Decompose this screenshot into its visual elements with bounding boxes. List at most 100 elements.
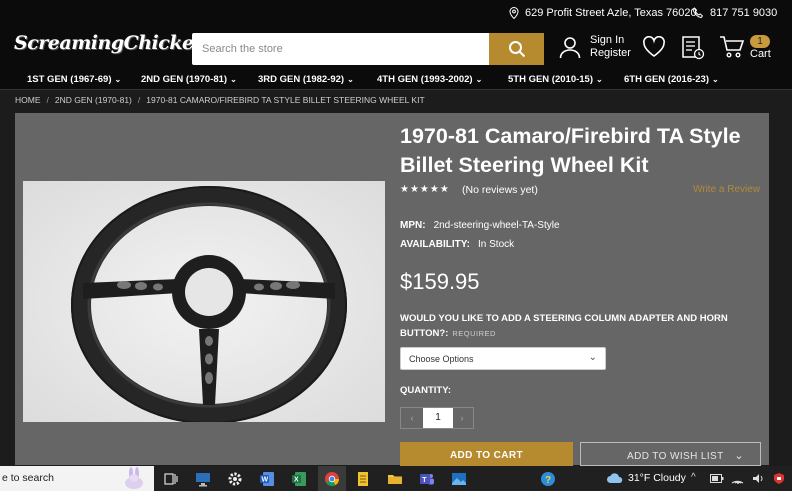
- taskbar-search-text: e to search: [2, 472, 54, 484]
- account-menu[interactable]: Sign In Register: [558, 34, 631, 60]
- breadcrumb-home[interactable]: HOME: [15, 95, 41, 105]
- cart-label[interactable]: Cart: [750, 48, 771, 60]
- breadcrumb-separator: /: [46, 95, 49, 105]
- option-selected-value: Choose Options: [409, 354, 474, 364]
- teams-icon: T: [420, 473, 434, 484]
- wishlist-button[interactable]: [642, 36, 666, 58]
- gear-icon: [228, 472, 242, 485]
- rating-stars-icon: ★★★★★: [400, 184, 450, 195]
- phone-icon: [692, 7, 704, 19]
- cart-count-badge: 1: [750, 35, 770, 48]
- taskbar-app-monitor[interactable]: [192, 468, 214, 489]
- nav-item-5th-gen[interactable]: 5TH GEN (2010-15) ⌄: [508, 74, 603, 85]
- word-icon: W: [260, 471, 274, 486]
- svg-text:T: T: [422, 477, 427, 484]
- nav-item-3rd-gen[interactable]: 3RD GEN (1982-92) ⌄: [258, 74, 354, 85]
- bunny-icon: [125, 467, 143, 489]
- chevron-down-icon: ⌄: [596, 75, 603, 84]
- nav-item-label: 3RD GEN (1982-92): [258, 74, 345, 85]
- add-to-cart-button[interactable]: ADD TO CART: [400, 442, 573, 466]
- user-icon: [559, 37, 581, 59]
- search-bar: [192, 33, 544, 65]
- option-select[interactable]: Choose Options ⌄: [400, 347, 606, 370]
- nav-item-2nd-gen[interactable]: 2ND GEN (1970-81) ⌄: [141, 74, 237, 85]
- chevron-down-icon: ⌄: [712, 75, 719, 84]
- product-price: $159.95: [400, 269, 480, 294]
- option-question: WOULD YOU LIKE TO ADD A STEERING COLUMN …: [400, 313, 728, 339]
- nav-item-label: 5TH GEN (2010-15): [508, 74, 594, 85]
- phone-text: 817 751 9030: [710, 7, 778, 19]
- chevron-up-icon[interactable]: ^: [691, 472, 696, 483]
- taskbar-app-notes[interactable]: [352, 468, 374, 489]
- notes-icon: [358, 471, 368, 486]
- add-to-wishlist-label: ADD TO WISH LIST: [627, 451, 724, 462]
- taskbar-app-word[interactable]: W: [256, 468, 278, 489]
- speaker-icon[interactable]: [752, 473, 764, 484]
- battery-icon[interactable]: [710, 474, 724, 483]
- folder-icon: [388, 474, 402, 484]
- address-text: 629 Profit Street Azle, Texas 76020: [525, 7, 697, 19]
- mpn-value: 2nd-steering-wheel-TA-Style: [433, 220, 560, 231]
- map-pin-icon: [509, 7, 519, 19]
- taskbar-app-help[interactable]: ?: [537, 468, 559, 489]
- register-link[interactable]: Register: [590, 47, 631, 60]
- photos-icon: [452, 472, 466, 485]
- task-view-button[interactable]: [160, 468, 182, 489]
- required-tag: REQUIRED: [452, 329, 496, 338]
- chevron-down-icon: ⌄: [588, 352, 597, 363]
- weather-widget[interactable]: 31°F Cloudy: [606, 472, 686, 484]
- taskbar-app-chrome[interactable]: [321, 468, 343, 489]
- svg-text:?: ?: [545, 475, 551, 486]
- weather-text: 31°F Cloudy: [628, 472, 686, 484]
- chevron-down-icon: ⌄: [475, 75, 483, 84]
- store-phone[interactable]: 817 751 9030: [692, 7, 777, 19]
- excel-icon: X: [292, 471, 306, 486]
- add-to-wishlist-button[interactable]: ADD TO WISH LIST ⌄: [580, 442, 761, 466]
- quantity-increase-button[interactable]: ›: [451, 408, 473, 428]
- top-info-bar: 629 Profit Street Azle, Texas 76020 817 …: [0, 0, 792, 26]
- taskbar-app-teams[interactable]: T: [416, 468, 438, 489]
- wifi-icon[interactable]: [731, 473, 744, 484]
- search-input[interactable]: [192, 33, 489, 65]
- search-icon: [508, 41, 525, 58]
- mpn-row: MPN: 2nd-steering-wheel-TA-Style: [400, 220, 560, 231]
- chevron-down-icon: ⌄: [347, 75, 354, 84]
- breadcrumb: HOME / 2ND GEN (1970-81) / 1970-81 CAMARO/FI…: [15, 95, 425, 105]
- write-review-link[interactable]: Write a Review: [693, 184, 760, 195]
- product-image[interactable]: [23, 181, 385, 424]
- breadcrumb-current: 1970-81 CAMARO/FIREBIRD TA STYLE BILLET …: [146, 95, 425, 105]
- windows-taskbar: e to search W X T ? 31°F Cloudy ^: [0, 466, 792, 491]
- chevron-down-icon: ⌄: [114, 75, 122, 84]
- task-view-icon: [164, 472, 178, 485]
- clipboard-list-icon: [682, 36, 705, 60]
- compare-button[interactable]: [681, 35, 705, 60]
- store-address[interactable]: 629 Profit Street Azle, Texas 76020: [509, 7, 697, 19]
- availability-label: AVAILABILITY:: [400, 239, 470, 250]
- steering-wheel-image: [23, 181, 385, 424]
- nav-item-6th-gen[interactable]: 6TH GEN (2016-23) ⌄: [624, 74, 719, 85]
- nav-item-4th-gen[interactable]: 4TH GEN (1993-2002) ⌄: [377, 74, 482, 85]
- taskbar-app-excel[interactable]: X: [288, 468, 310, 489]
- help-icon: ?: [541, 471, 555, 486]
- nav-item-label: 4TH GEN (1993-2002): [377, 74, 473, 85]
- main-nav: 1ST GEN (1967-69) ⌄ 2ND GEN (1970-81) ⌄ 3R…: [0, 68, 792, 90]
- quantity-stepper: ‹ 1 ›: [400, 407, 474, 429]
- product-title: 1970-81 Camaro/Firebird TA Style Billet …: [400, 124, 741, 177]
- availability-value: In Stock: [478, 239, 515, 250]
- svg-text:W: W: [262, 476, 269, 483]
- monitor-app-icon: [196, 472, 210, 486]
- chevron-down-icon: ⌄: [734, 450, 744, 462]
- sign-in-link[interactable]: Sign In: [590, 34, 631, 47]
- quantity-input[interactable]: 1: [423, 408, 453, 428]
- security-shield-icon[interactable]: [773, 472, 785, 485]
- site-header: ScreamingChicken.com Sign In Register 1 …: [0, 26, 792, 68]
- breadcrumb-category[interactable]: 2ND GEN (1970-81): [55, 95, 132, 105]
- nav-item-1st-gen[interactable]: 1ST GEN (1967-69) ⌄: [27, 74, 121, 85]
- taskbar-app-photos[interactable]: [448, 468, 470, 489]
- cart-button[interactable]: [719, 35, 745, 59]
- taskbar-app-explorer[interactable]: [384, 468, 406, 489]
- taskbar-app-settings[interactable]: [224, 468, 246, 489]
- quantity-decrease-button[interactable]: ‹: [401, 408, 423, 428]
- nav-item-label: 1ST GEN (1967-69): [27, 74, 112, 85]
- search-button[interactable]: [489, 33, 544, 65]
